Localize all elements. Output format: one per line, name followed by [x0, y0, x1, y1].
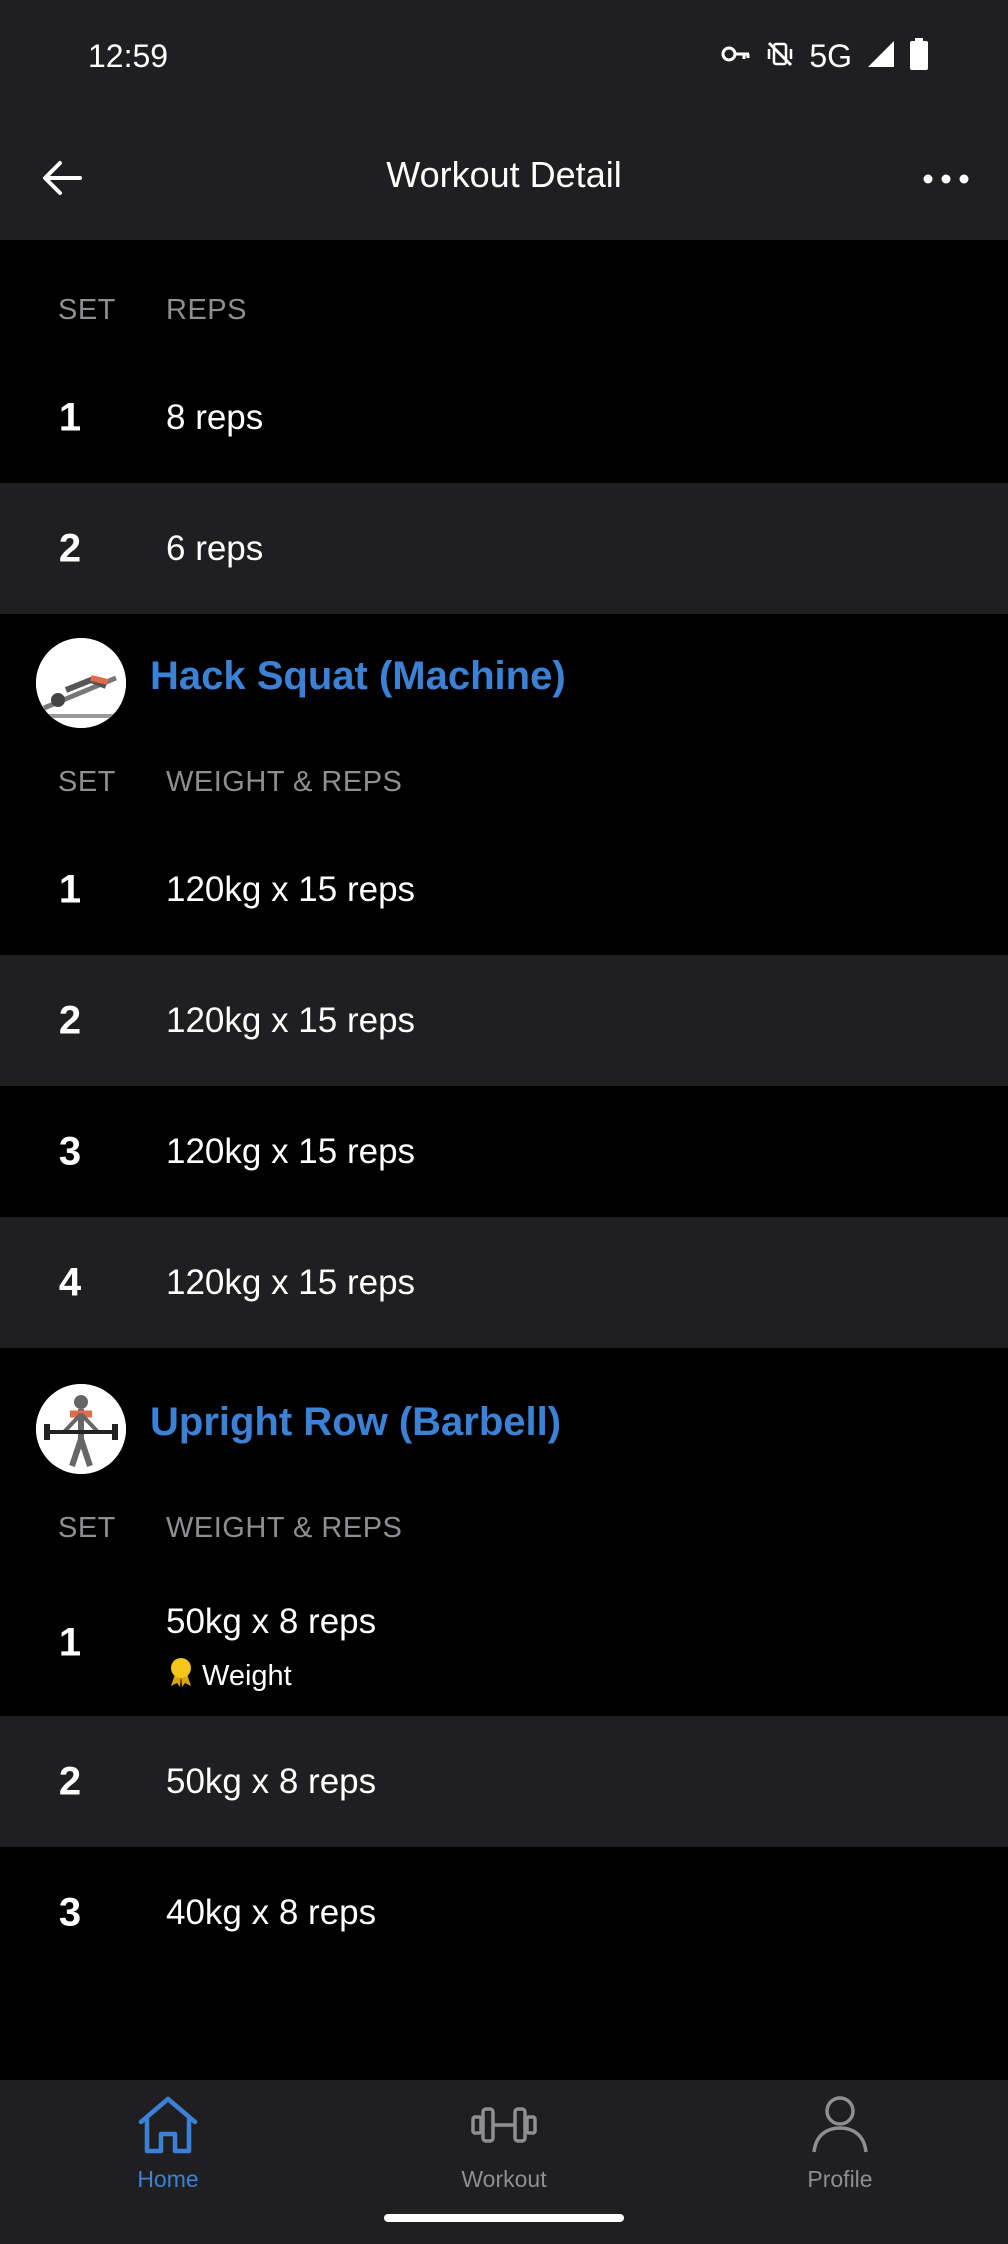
- column-header: SET WEIGHT & REPS: [0, 1498, 1008, 1570]
- exercise-block: Hack Squat (Machine) SET WEIGHT & REPS 1…: [0, 614, 1008, 1348]
- personal-record-badge: Weight: [166, 1656, 292, 1696]
- set-number: 1: [58, 395, 82, 439]
- home-indicator: [384, 2214, 624, 2222]
- workout-detail-list[interactable]: SET REPS 1 8 reps 2 6 reps Hack Squat (M…: [0, 240, 1008, 2080]
- nav-workout[interactable]: Workout: [404, 2092, 604, 2202]
- set-row: 3 40kg x 8 reps: [0, 1847, 1008, 1978]
- signal-icon: [866, 39, 896, 74]
- nav-home-label: Home: [137, 2166, 199, 2192]
- set-value: 6 reps: [166, 528, 264, 568]
- set-row: 4 120kg x 15 reps: [0, 1217, 1008, 1348]
- value-column-label: WEIGHT & REPS: [166, 1512, 403, 1544]
- set-number: 2: [58, 526, 82, 570]
- set-row: 2 6 reps: [0, 483, 1008, 614]
- set-number: 2: [58, 998, 82, 1042]
- dumbbell-icon: [404, 2092, 604, 2158]
- nav-profile-label: Profile: [807, 2166, 873, 2192]
- set-value: 8 reps: [166, 397, 264, 437]
- set-number: 2: [58, 1759, 82, 1803]
- badge-label: Weight: [202, 1659, 292, 1692]
- nav-workout-label: Workout: [461, 2166, 547, 2192]
- set-column-label: SET: [58, 1512, 116, 1544]
- more-horizontal-icon: [923, 171, 969, 189]
- status-icons: 5G: [721, 36, 928, 76]
- status-bar: 12:59 5G: [0, 0, 1008, 116]
- value-column-label: WEIGHT & REPS: [166, 766, 403, 798]
- value-column-label: REPS: [166, 294, 247, 326]
- exercise-header[interactable]: Upright Row (Barbell): [0, 1348, 1008, 1498]
- more-options-button[interactable]: [914, 148, 978, 212]
- exercise-thumbnail: [36, 1384, 126, 1474]
- set-number: 3: [58, 1129, 82, 1173]
- exercise-block: SET REPS 1 8 reps 2 6 reps: [0, 280, 1008, 614]
- set-column-label: SET: [58, 766, 116, 798]
- set-value: 120kg x 15 reps: [166, 869, 416, 909]
- set-value: 40kg x 8 reps: [166, 1892, 377, 1932]
- set-number: 1: [58, 1620, 82, 1665]
- set-number: 3: [58, 1890, 82, 1934]
- exercise-block: Upright Row (Barbell) SET WEIGHT & REPS …: [0, 1348, 1008, 1978]
- nav-home[interactable]: Home: [68, 2092, 268, 2202]
- set-number: 4: [58, 1260, 82, 1304]
- set-column-label: SET: [58, 294, 116, 326]
- set-row: 1 50kg x 8 reps Weight: [0, 1570, 1008, 1716]
- set-row: 3 120kg x 15 reps: [0, 1086, 1008, 1217]
- set-value: 120kg x 15 reps: [166, 1262, 416, 1302]
- battery-icon: [910, 37, 928, 75]
- page-title: Workout Detail: [386, 154, 622, 195]
- set-value: 50kg x 8 reps: [166, 1761, 377, 1801]
- set-value: 120kg x 15 reps: [166, 1000, 416, 1040]
- home-icon: [68, 2092, 268, 2158]
- exercise-name[interactable]: Upright Row (Barbell): [150, 1400, 561, 1445]
- person-icon: [740, 2092, 940, 2158]
- vpn-key-icon: [721, 44, 751, 69]
- column-header: SET WEIGHT & REPS: [0, 752, 1008, 824]
- exercise-name[interactable]: Hack Squat (Machine): [150, 654, 566, 699]
- set-number: 1: [58, 867, 82, 911]
- status-time: 12:59: [88, 38, 169, 74]
- set-row: 2 50kg x 8 reps: [0, 1716, 1008, 1847]
- exercise-header[interactable]: Hack Squat (Machine): [0, 614, 1008, 752]
- set-value: 120kg x 15 reps: [166, 1131, 416, 1171]
- vibrate-off-icon: [765, 39, 795, 74]
- set-value: 50kg x 8 reps: [166, 1602, 377, 1641]
- medal-icon: [166, 1656, 196, 1696]
- network-type: 5G: [809, 37, 852, 74]
- set-row: 1 8 reps: [0, 352, 1008, 483]
- set-row: 1 120kg x 15 reps: [0, 824, 1008, 955]
- column-header: SET REPS: [0, 280, 1008, 352]
- set-row: 2 120kg x 15 reps: [0, 955, 1008, 1086]
- app-bar: Workout Detail: [0, 116, 1008, 240]
- nav-profile[interactable]: Profile: [740, 2092, 940, 2202]
- exercise-thumbnail: [36, 638, 126, 728]
